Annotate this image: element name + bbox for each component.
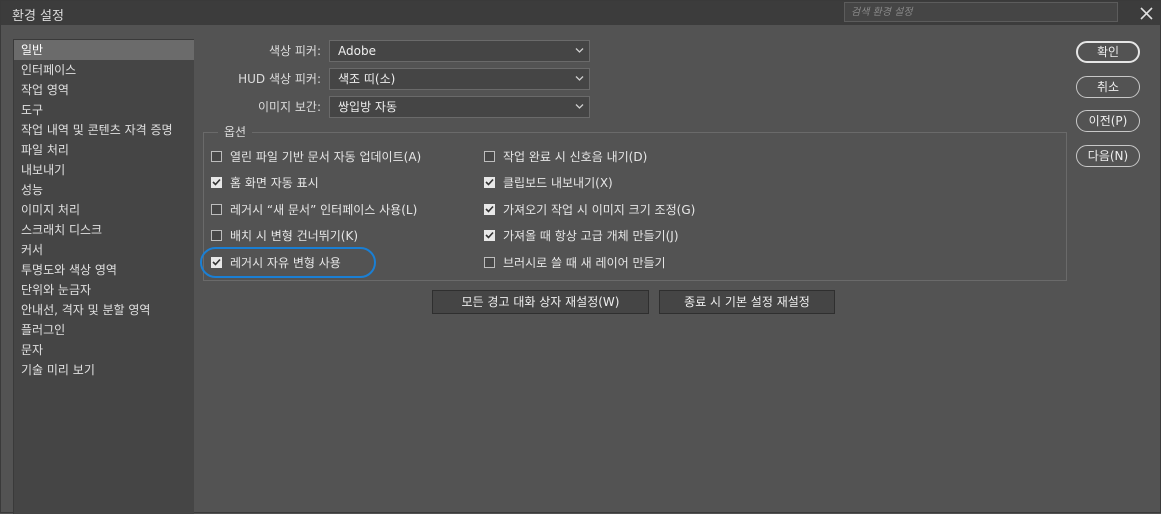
sidebar-item-transparency[interactable]: 투명도와 색상 영역: [14, 260, 194, 280]
hud-color-picker-value: 색조 띠(소): [338, 72, 396, 86]
option-label: 작업 완료 시 신호음 내기(D): [503, 149, 648, 164]
dialog-title: 환경 설정: [12, 9, 64, 24]
option-label: 홈 화면 자동 표시: [230, 175, 319, 190]
sidebar-item-type[interactable]: 문자: [14, 340, 194, 360]
checkmark-icon: [485, 178, 494, 186]
sidebar-item-workspace[interactable]: 작업 영역: [14, 80, 194, 100]
sidebar-item-tools[interactable]: 도구: [14, 100, 194, 120]
option-label: 브러시로 쓸 때 새 레이어 만들기: [503, 255, 666, 270]
checkbox-checked[interactable]: [211, 256, 222, 268]
options-legend: 옵션: [218, 123, 253, 140]
color-picker-value: Adobe: [338, 44, 376, 58]
checkbox[interactable]: [211, 150, 222, 162]
image-interpolation-value: 쌍입방 자동: [338, 100, 398, 114]
checkbox-checked[interactable]: [484, 176, 495, 188]
reset-preferences-on-quit-button[interactable]: 종료 시 기본 설정 재설정: [659, 290, 835, 314]
sidebar-item-image-processing[interactable]: 이미지 처리: [14, 200, 194, 220]
option-resize-image-on-place[interactable]: 가져오기 작업 시 이미지 크기 조정(G): [484, 200, 695, 218]
reset-warning-dialogs-button[interactable]: 모든 경고 대화 상자 재설정(W): [432, 290, 649, 314]
cancel-button[interactable]: 취소: [1076, 76, 1140, 98]
option-always-smart-object[interactable]: 가져올 때 항상 고급 개체 만들기(J): [484, 226, 679, 244]
checkbox-checked[interactable]: [484, 229, 495, 241]
preferences-sidebar: 일반 인터페이스 작업 영역 도구 작업 내역 및 콘텐츠 자격 증명 파일 처…: [13, 39, 194, 514]
sidebar-item-history[interactable]: 작업 내역 및 콘텐츠 자격 증명: [14, 120, 194, 140]
sidebar-item-general[interactable]: 일반: [14, 40, 194, 60]
prev-button[interactable]: 이전(P): [1076, 110, 1140, 132]
checkbox[interactable]: [484, 256, 495, 268]
image-interpolation-label: 이미지 보간:: [257, 100, 321, 114]
sidebar-item-plugins[interactable]: 플러그인: [14, 320, 194, 340]
option-auto-update-docs[interactable]: 열린 파일 기반 문서 자동 업데이트(A): [211, 147, 421, 165]
sidebar-item-performance[interactable]: 성능: [14, 180, 194, 200]
next-button[interactable]: 다음(N): [1076, 145, 1140, 167]
sidebar-item-guides-grid[interactable]: 안내선, 격자 및 분할 영역: [14, 300, 194, 320]
search-input[interactable]: [845, 3, 1117, 21]
color-picker-label: 색상 피커:: [268, 44, 321, 58]
checkmark-icon: [485, 205, 494, 213]
option-show-home-screen[interactable]: 홈 화면 자동 표시: [211, 173, 319, 191]
checkmark-icon: [212, 178, 221, 186]
chevron-down-icon: [575, 48, 584, 53]
checkbox[interactable]: [211, 229, 222, 241]
option-label: 레거시 자유 변형 사용: [230, 255, 341, 270]
sidebar-item-tech-previews[interactable]: 기술 미리 보기: [14, 360, 194, 380]
checkbox-checked[interactable]: [484, 203, 495, 215]
option-export-clipboard[interactable]: 클립보드 내보내기(X): [484, 173, 613, 191]
checkbox[interactable]: [211, 203, 222, 215]
search-field[interactable]: [844, 2, 1118, 22]
chevron-down-icon: [575, 76, 584, 81]
option-label: 가져올 때 항상 고급 개체 만들기(J): [503, 228, 679, 243]
sidebar-item-scratch-disks[interactable]: 스크래치 디스크: [14, 220, 194, 240]
sidebar-item-export[interactable]: 내보내기: [14, 160, 194, 180]
checkbox[interactable]: [484, 150, 495, 162]
chevron-down-icon: [575, 104, 584, 109]
image-interpolation-select[interactable]: 쌍입방 자동: [329, 96, 590, 118]
color-picker-select[interactable]: Adobe: [329, 40, 590, 62]
option-label: 열린 파일 기반 문서 자동 업데이트(A): [230, 149, 422, 164]
option-label: 클립보드 내보내기(X): [503, 175, 613, 190]
ok-button[interactable]: 확인: [1076, 41, 1140, 63]
checkmark-icon: [212, 258, 221, 266]
preferences-dialog: 환경 설정 일반 인터페이스 작업 영역 도구 작업 내역 및 콘텐츠 자격 증…: [0, 0, 1161, 514]
close-icon: [1139, 6, 1153, 20]
sidebar-item-interface[interactable]: 인터페이스: [14, 60, 194, 80]
sidebar-item-file-handling[interactable]: 파일 처리: [14, 140, 194, 160]
title-bar: 환경 설정: [1, 1, 1160, 25]
option-skip-transform-on-place[interactable]: 배치 시 변형 건너뛰기(K): [211, 226, 358, 244]
option-new-layer-brush[interactable]: 브러시로 쓸 때 새 레이어 만들기: [484, 253, 666, 271]
option-legacy-free-transform[interactable]: 레거시 자유 변형 사용: [211, 253, 341, 271]
option-label: 배치 시 변형 건너뛰기(K): [230, 228, 359, 243]
option-beep-when-done[interactable]: 작업 완료 시 신호음 내기(D): [484, 147, 647, 165]
sidebar-item-cursors[interactable]: 커서: [14, 240, 194, 260]
option-label: 가져오기 작업 시 이미지 크기 조정(G): [503, 202, 696, 217]
close-button[interactable]: [1133, 1, 1159, 25]
checkmark-icon: [485, 231, 494, 239]
option-label: 레거시 “새 문서” 인터페이스 사용(L): [230, 202, 418, 217]
hud-color-picker-select[interactable]: 색조 띠(소): [329, 68, 590, 90]
option-legacy-new-doc[interactable]: 레거시 “새 문서” 인터페이스 사용(L): [211, 200, 417, 218]
checkbox-checked[interactable]: [211, 176, 222, 188]
sidebar-item-units-rulers[interactable]: 단위와 눈금자: [14, 280, 194, 300]
hud-color-picker-label: HUD 색상 피커:: [238, 72, 321, 86]
